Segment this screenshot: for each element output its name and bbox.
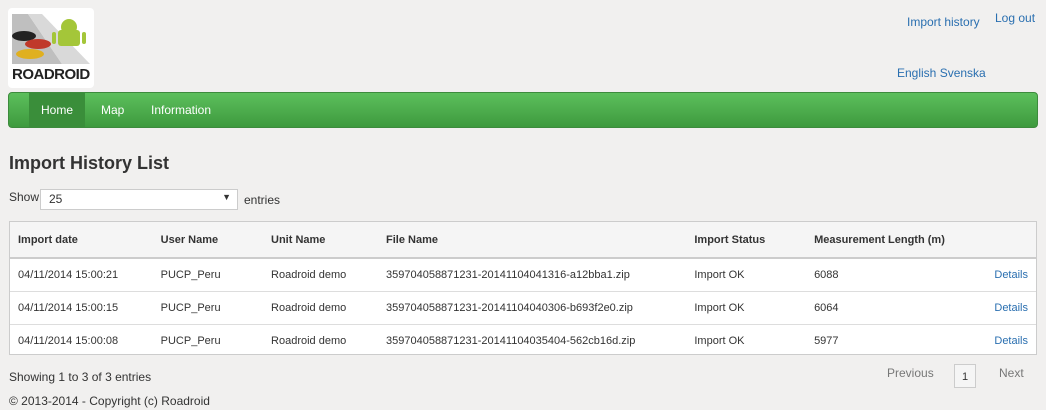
nav-information[interactable]: Information bbox=[139, 93, 223, 127]
details-link[interactable]: Details bbox=[994, 302, 1028, 314]
cell-measurement-length: 6064 bbox=[806, 291, 987, 325]
table-header-row: Import date User Name Unit Name File Nam… bbox=[10, 222, 1036, 259]
cell-unit-name: Roadroid demo bbox=[271, 335, 347, 347]
entries-per-page-select[interactable]: 25 ▼ bbox=[40, 189, 238, 210]
cell-measurement-length: 6088 bbox=[806, 258, 987, 292]
details-link[interactable]: Details bbox=[994, 269, 1028, 281]
entries-label: entries bbox=[244, 193, 281, 207]
cell-import-date: 04/11/2014 15:00:15 bbox=[10, 291, 153, 325]
next-link[interactable]: Next bbox=[999, 366, 1024, 380]
cell-file-name: 359704058871231-20141104041316-a12bba1.z… bbox=[378, 258, 687, 292]
cell-unit-name: Roadroid demo bbox=[263, 258, 378, 292]
footer-copyright: © 2013-2014 - Copyright (c) Roadroid bbox=[9, 394, 210, 408]
cell-unit-name: Roadroid demo bbox=[263, 291, 378, 325]
previous-link[interactable]: Previous bbox=[887, 366, 934, 380]
cell-user-name: PUCP_Peru bbox=[152, 258, 264, 292]
main-navbar: Home Map Information bbox=[8, 92, 1038, 128]
col-import-date[interactable]: Import date bbox=[10, 222, 153, 259]
col-import-status[interactable]: Import Status bbox=[686, 222, 807, 259]
pagination-previous[interactable]: Previous bbox=[887, 366, 934, 380]
pagination-next[interactable]: Next bbox=[999, 366, 1024, 380]
entries-select-value: 25 bbox=[49, 192, 63, 206]
cell-import-status: Import OK bbox=[694, 335, 745, 347]
import-history-link[interactable]: Import history bbox=[907, 15, 980, 29]
col-user-name[interactable]: User Name bbox=[152, 222, 264, 259]
table-info: Showing 1 to 3 of 3 entries bbox=[9, 370, 152, 384]
import-history-table: Import date User Name Unit Name File Nam… bbox=[9, 221, 1037, 355]
details-link[interactable]: Details bbox=[994, 335, 1028, 347]
col-unit-name[interactable]: Unit Name bbox=[263, 222, 378, 259]
cell-import-status: Import OK bbox=[686, 291, 807, 325]
table-row: 04/11/2014 15:00:15 PUCP_Peru Roadroid d… bbox=[10, 291, 1036, 325]
nav-home[interactable]: Home bbox=[29, 93, 86, 127]
language-switcher: English Svenska bbox=[897, 66, 986, 80]
cell-file-name: 359704058871231-20141104040306-b693f2e0.… bbox=[378, 291, 687, 325]
pagination-page-1[interactable]: 1 bbox=[954, 364, 976, 388]
cell-import-date: 04/11/2014 15:00:08 bbox=[18, 335, 119, 347]
page-title: Import History List bbox=[9, 153, 170, 173]
cell-file-name: 359704058871231-20141104035404-562cb16d.… bbox=[386, 335, 636, 347]
nav-map[interactable]: Map bbox=[89, 93, 136, 127]
roadroid-logo[interactable]: ROADROID bbox=[8, 8, 94, 88]
lang-svenska-link[interactable]: Svenska bbox=[940, 66, 986, 80]
cell-user-name: PUCP_Peru bbox=[160, 335, 221, 347]
col-measurement-length[interactable]: Measurement Length (m) bbox=[806, 222, 987, 259]
logo-text: ROADROID bbox=[12, 66, 90, 83]
logo-graphic-icon bbox=[12, 14, 90, 64]
logout-link[interactable]: Log out bbox=[995, 11, 1035, 25]
cell-measurement-length: 5977 bbox=[814, 335, 839, 347]
cell-import-status: Import OK bbox=[686, 258, 807, 292]
cell-import-date: 04/11/2014 15:00:21 bbox=[10, 258, 153, 292]
col-file-name[interactable]: File Name bbox=[378, 222, 687, 259]
col-actions bbox=[986, 222, 1036, 259]
show-label: Show bbox=[9, 190, 40, 204]
table-row: 04/11/2014 15:00:21 PUCP_Peru Roadroid d… bbox=[10, 258, 1036, 292]
lang-english-link[interactable]: English bbox=[897, 66, 936, 80]
table-row: 04/11/2014 15:00:08 PUCP_Peru Roadroid d… bbox=[10, 325, 1036, 358]
cell-user-name: PUCP_Peru bbox=[152, 291, 264, 325]
chevron-down-icon: ▼ bbox=[222, 192, 231, 202]
